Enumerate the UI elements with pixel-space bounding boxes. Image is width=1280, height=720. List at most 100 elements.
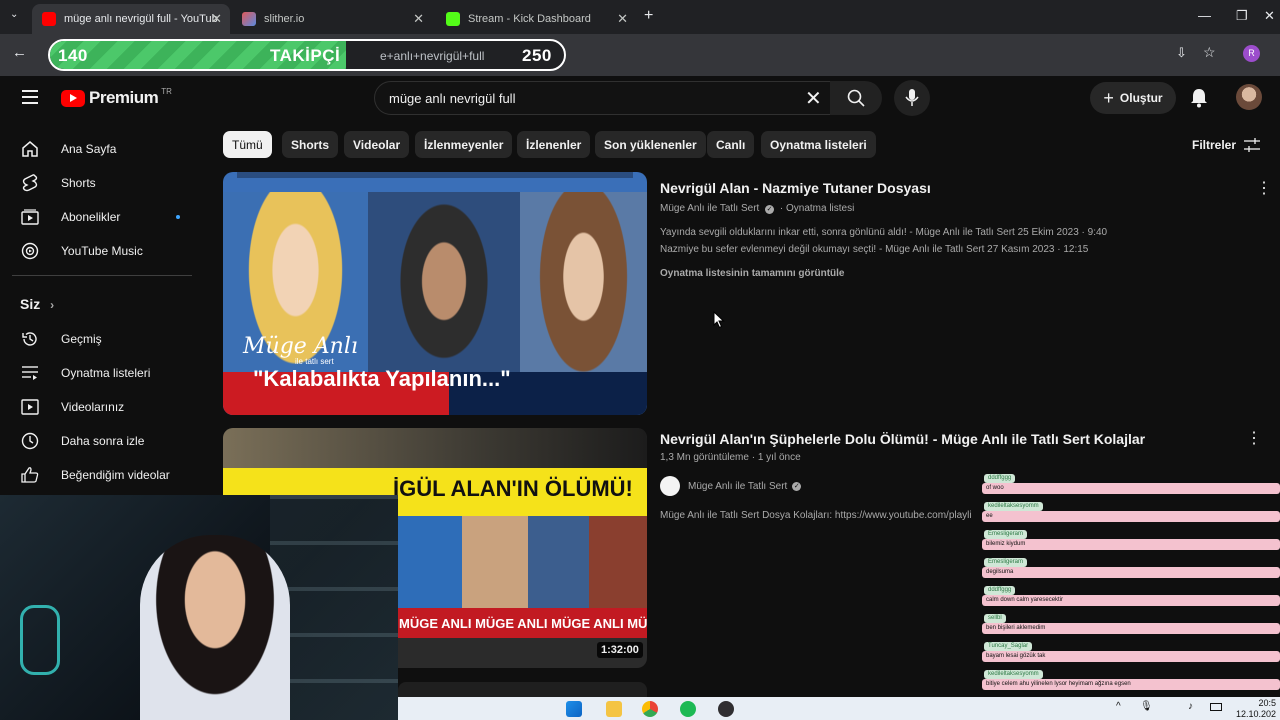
playlist-icon: [20, 365, 40, 381]
voice-search-button[interactable]: [894, 80, 930, 116]
maximize-icon[interactable]: ❐: [1236, 8, 1248, 24]
thumbnail-brand-sub: ile tatlı sert: [295, 357, 334, 366]
result-title[interactable]: Nevrigül Alan - Nazmiye Tutaner Dosyası: [660, 180, 931, 196]
search-value: müge anlı nevrigül full: [389, 91, 516, 106]
filters-label: Filtreler: [1192, 138, 1237, 152]
tray-volume-icon[interactable]: ♪: [1188, 701, 1193, 712]
file-explorer-icon[interactable]: [606, 701, 622, 717]
spotify-icon[interactable]: [680, 701, 696, 717]
thumbnail-stack-edge: [237, 172, 633, 178]
chat-text: ee: [982, 511, 1280, 522]
chip-recently-uploaded[interactable]: Son yüklenenler: [595, 131, 706, 158]
sidebar-item-watch-later[interactable]: Daha sonra izle: [12, 424, 192, 458]
channel-name[interactable]: Müge Anlı ile Tatlı Sert: [660, 203, 759, 214]
filter-sliders-icon: [1244, 138, 1261, 152]
webcam-person: [140, 535, 290, 720]
webcam-chair-light: [20, 605, 60, 675]
result-thumbnail-playlist[interactable]: Müge Anlı ile tatlı sert "Kalabalıkta Ya…: [223, 172, 647, 415]
chip-all[interactable]: Tümü: [223, 131, 272, 158]
chip-unwatched[interactable]: İzlenmeyenler: [415, 131, 513, 158]
playlist-item-1[interactable]: Yayında sevgili olduklarını inkar etti, …: [660, 227, 1107, 238]
chip-shorts[interactable]: Shorts: [282, 131, 339, 158]
tab-slither[interactable]: slither.io ✕: [232, 4, 432, 34]
chrome-icon[interactable]: [642, 701, 658, 717]
history-icon: [20, 330, 40, 348]
back-icon[interactable]: ←: [12, 44, 27, 61]
chat-username: kedileltaksesyomm: [984, 502, 1043, 511]
next-result-edge: [398, 682, 647, 697]
new-tab-icon[interactable]: +: [644, 7, 653, 25]
sidebar-divider: [12, 275, 192, 276]
plus-icon: +: [1103, 87, 1114, 108]
bookmark-star-icon[interactable]: ☆: [1203, 44, 1216, 61]
search-button[interactable]: [830, 81, 882, 115]
tab-youtube[interactable]: müge anlı nevrigül full - YouTub ✕: [32, 4, 230, 34]
sidebar-item-youtube-music[interactable]: YouTube Music: [12, 234, 192, 268]
result-channel-line[interactable]: Müge Anlı ile Tatlı Sert ✓: [660, 476, 802, 496]
address-bar[interactable]: 140 TAKİPÇİ e+anlı+nevrigül+full 250: [48, 39, 566, 71]
notifications-bell-icon[interactable]: [1190, 88, 1208, 108]
create-button[interactable]: + Oluştur: [1090, 82, 1176, 114]
address-text: e+anlı+nevrigül+full: [380, 49, 485, 63]
chat-username: Emesligeram: [984, 558, 1028, 567]
sidebar-item-label: Shorts: [61, 176, 96, 190]
youtube-logo[interactable]: Premium TR: [61, 87, 172, 108]
chip-label: İzlenenler: [526, 137, 582, 152]
sidebar-item-label: Beğendiğim videolar: [61, 468, 170, 482]
upload-age: 1 yıl önce: [757, 452, 801, 463]
close-tab-icon[interactable]: ✕: [413, 11, 424, 27]
chat-text: of woo: [982, 483, 1280, 494]
sidebar-item-subscriptions[interactable]: Abonelikler: [12, 200, 192, 234]
chip-playlists[interactable]: Oynatma listeleri: [761, 131, 876, 158]
system-clock[interactable]: 20:5 12.10.202: [1236, 698, 1276, 720]
tab-menu-icon[interactable]: ⌄: [10, 9, 18, 20]
view-count: 1,3 Mn görüntüleme: [660, 452, 749, 463]
chip-live[interactable]: Canlı: [707, 131, 755, 158]
tab-kick[interactable]: Stream - Kick Dashboard ✕: [436, 4, 636, 34]
chat-message: Emesligeram degilsuma: [982, 558, 1280, 578]
sidebar-item-shorts[interactable]: Shorts: [12, 166, 192, 200]
chip-label: Son yüklenenler: [604, 137, 697, 152]
window-close-icon[interactable]: ✕: [1264, 8, 1275, 24]
tray-mic-icon[interactable]: 🎙: [1140, 701, 1153, 712]
chip-watched[interactable]: İzlenenler: [517, 131, 591, 158]
chip-label: Canlı: [716, 137, 746, 152]
minimize-icon[interactable]: —: [1198, 8, 1211, 23]
chip-videos[interactable]: Videolar: [344, 131, 410, 158]
kick-favicon-icon: [446, 12, 460, 26]
slither-favicon-icon: [242, 12, 256, 26]
avatar[interactable]: [1236, 84, 1262, 110]
menu-icon[interactable]: [22, 90, 38, 108]
search-input[interactable]: müge anlı nevrigül full ✕: [374, 81, 838, 115]
profile-icon[interactable]: R: [1243, 45, 1260, 62]
windows-start-icon[interactable]: [566, 701, 582, 717]
result-channel-line: Müge Anlı ile Tatlı Sert ✓ · Oynatma lis…: [660, 203, 855, 214]
close-tab-icon[interactable]: ✕: [617, 11, 628, 27]
more-actions-icon[interactable]: ⋮: [1256, 178, 1272, 198]
tray-battery-icon[interactable]: [1210, 703, 1222, 711]
sidebar-section-you[interactable]: Siz ›: [20, 296, 54, 312]
playlist-item-2[interactable]: Nazmiye bu sefer evlenmeyi değil okumayı…: [660, 244, 1088, 255]
sidebar-item-home[interactable]: Ana Sayfa: [12, 132, 192, 166]
sidebar-item-history[interactable]: Geçmiş: [12, 322, 192, 356]
clear-search-icon[interactable]: ✕: [805, 86, 822, 111]
sidebar-item-liked-videos[interactable]: Beğendiğim videolar: [12, 458, 192, 492]
more-actions-icon[interactable]: ⋮: [1246, 428, 1262, 448]
sidebar-item-your-videos[interactable]: Videolarınız: [12, 390, 192, 424]
install-icon[interactable]: ⇩: [1176, 45, 1187, 61]
obs-icon[interactable]: [718, 701, 734, 717]
browser-tab-bar: ⌄ müge anlı nevrigül full - YouTub ✕ sli…: [0, 0, 1280, 34]
subscriptions-icon: [20, 209, 40, 225]
chat-text: bilemiz kiydum: [982, 539, 1280, 550]
filters-button[interactable]: Filtreler: [1192, 138, 1261, 152]
result-title[interactable]: Nevrigül Alan'ın Şüphelerle Dolu Ölümü! …: [660, 431, 1145, 447]
sidebar-item-playlists[interactable]: Oynatma listeleri: [12, 356, 192, 390]
chat-message: kedileltaksesyomm bitiye celem ahu yiline…: [982, 670, 1280, 690]
tray-chevron-icon[interactable]: ^: [1116, 701, 1121, 712]
youtube-play-icon: [61, 89, 85, 107]
close-tab-icon[interactable]: ✕: [211, 11, 222, 27]
chip-label: Tümü: [232, 137, 263, 152]
view-full-playlist-link[interactable]: Oynatma listesinin tamamını görüntüle: [660, 268, 844, 279]
chat-message: Emesligeram bilemiz kiydum: [982, 530, 1280, 550]
section-title: Siz: [20, 296, 41, 312]
